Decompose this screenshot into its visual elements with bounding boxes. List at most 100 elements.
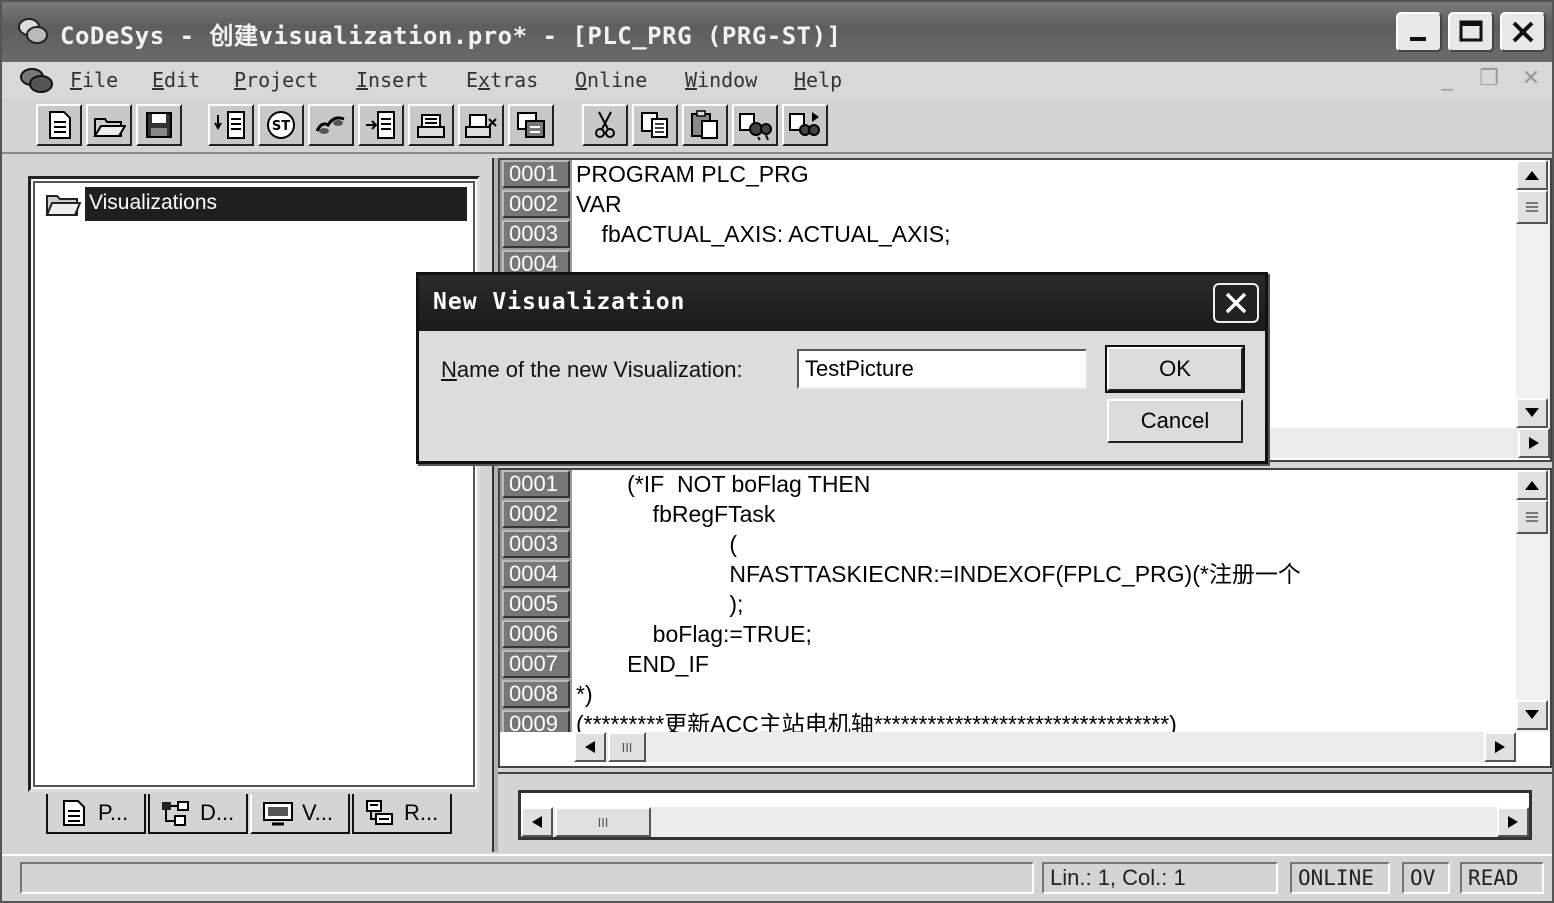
new-file-button[interactable] bbox=[36, 104, 82, 146]
horizontal-scrollbar[interactable]: III bbox=[574, 732, 1516, 762]
codesys-icon bbox=[18, 18, 48, 44]
close-icon bbox=[1512, 21, 1534, 43]
close-icon bbox=[1225, 292, 1247, 314]
pou-tab-icon bbox=[63, 800, 85, 826]
open-button[interactable] bbox=[86, 104, 132, 146]
code-line[interactable]: boFlag:=TRUE; bbox=[576, 620, 812, 648]
logout-icon bbox=[465, 114, 497, 138]
code-line[interactable]: (*********更新ACC主站电机轴********************… bbox=[576, 710, 1177, 732]
title-bar[interactable]: CoDeSys - 创建visualization.pro* - [PLC_PR… bbox=[2, 2, 1552, 62]
code-area[interactable]: (*IF NOT boFlag THEN fbRegFTask ( NFASTT… bbox=[500, 470, 1514, 732]
tab-pous[interactable]: P... bbox=[46, 794, 146, 834]
dialog-close-button[interactable] bbox=[1213, 283, 1259, 323]
code-line[interactable]: NFASTTASKIECNR:=INDEXOF(FPLC_PRG)(*注册一个 bbox=[576, 560, 1300, 588]
scroll-thumb[interactable] bbox=[1516, 190, 1548, 224]
codesys-window: CoDeSys - 创建visualization.pro* - [PLC_PR… bbox=[0, 0, 1554, 903]
arrow-right-icon bbox=[1508, 816, 1518, 828]
copy-icon bbox=[641, 112, 668, 138]
cancel-button[interactable]: Cancel bbox=[1107, 399, 1243, 443]
implementation-editor[interactable]: 0001 0002 0003 0004 0005 0006 0007 0008 … bbox=[498, 468, 1552, 768]
close-button[interactable] bbox=[1500, 12, 1546, 52]
grip-icon bbox=[1526, 202, 1538, 212]
tab-resources[interactable]: R... bbox=[352, 794, 452, 834]
code-line[interactable]: ( bbox=[576, 530, 737, 558]
tab-datatypes-label: D... bbox=[200, 800, 235, 825]
mdi-minimize-button[interactable]: _ bbox=[1432, 64, 1462, 92]
find-next-button[interactable] bbox=[782, 104, 828, 146]
scroll-left-button[interactable] bbox=[574, 732, 606, 762]
code-line[interactable]: *) bbox=[576, 680, 593, 708]
login-button[interactable] bbox=[408, 104, 454, 146]
scroll-thumb[interactable]: III bbox=[608, 732, 646, 762]
step-button[interactable] bbox=[308, 104, 354, 146]
scroll-up-button[interactable] bbox=[1516, 160, 1548, 190]
maximize-button[interactable] bbox=[1448, 12, 1494, 52]
code-line[interactable]: ); bbox=[576, 590, 743, 618]
minimize-button[interactable] bbox=[1396, 12, 1442, 52]
resources-tab-icon bbox=[366, 800, 393, 825]
line-number: 0001 bbox=[502, 160, 570, 188]
tab-visualizations[interactable]: V... bbox=[250, 794, 350, 834]
window-title: CoDeSys - 创建visualization.pro* - [PLC_PR… bbox=[60, 22, 842, 50]
code-line[interactable]: fbRegFTask bbox=[576, 500, 776, 528]
tree-item-visualizations[interactable]: Visualizations bbox=[41, 187, 467, 221]
step-icon bbox=[315, 116, 345, 134]
horizontal-scrollbar[interactable] bbox=[1266, 428, 1550, 458]
vertical-scrollbar[interactable] bbox=[1516, 160, 1550, 428]
status-overwrite: OV bbox=[1402, 862, 1450, 894]
menu-window[interactable]: Window bbox=[685, 68, 757, 92]
scroll-thumb[interactable] bbox=[1516, 500, 1548, 534]
ok-button[interactable]: OK bbox=[1105, 345, 1245, 393]
code-line[interactable]: PROGRAM PLC_PRG bbox=[576, 160, 809, 188]
cut-button[interactable] bbox=[582, 104, 628, 146]
arrow-right-icon bbox=[1529, 437, 1539, 449]
st-language-icon: ST bbox=[267, 111, 295, 139]
dialog-title: New Visualization bbox=[433, 289, 686, 315]
insert-declaration-button[interactable] bbox=[208, 104, 254, 146]
tab-datatypes[interactable]: D... bbox=[148, 794, 248, 834]
mdi-close-button[interactable]: ✕ bbox=[1516, 64, 1546, 92]
menu-insert[interactable]: Insert bbox=[356, 68, 428, 92]
paste-button[interactable] bbox=[682, 104, 728, 146]
code-line[interactable]: VAR bbox=[576, 190, 622, 218]
scroll-thumb[interactable]: III bbox=[555, 807, 651, 837]
status-message bbox=[20, 862, 1034, 894]
logout-button[interactable] bbox=[458, 104, 504, 146]
scroll-down-button[interactable] bbox=[1516, 700, 1548, 730]
toolbar: ST bbox=[2, 98, 1552, 154]
st-language-button[interactable]: ST bbox=[258, 104, 304, 146]
datatypes-tab-icon bbox=[162, 801, 189, 826]
menu-help[interactable]: Help bbox=[794, 68, 842, 92]
menu-file[interactable]: File bbox=[70, 68, 118, 92]
object-tree[interactable]: Visualizations bbox=[28, 176, 480, 792]
menu-edit[interactable]: Edit bbox=[152, 68, 200, 92]
code-line[interactable]: END_IF bbox=[576, 650, 709, 678]
svg-text:ST: ST bbox=[272, 119, 290, 134]
arrow-down-icon bbox=[1525, 408, 1539, 417]
scroll-right-button[interactable] bbox=[1484, 732, 1516, 762]
copy-button[interactable] bbox=[632, 104, 678, 146]
mdi-restore-button[interactable]: ❐ bbox=[1474, 64, 1504, 92]
scroll-right-button[interactable] bbox=[1518, 428, 1550, 458]
horizontal-scrollbar[interactable]: III bbox=[521, 807, 1529, 837]
build-button[interactable] bbox=[508, 104, 554, 146]
arrow-left-icon bbox=[585, 741, 595, 753]
save-button[interactable] bbox=[136, 104, 182, 146]
document-menu-icon[interactable] bbox=[18, 66, 56, 94]
menu-extras[interactable]: Extras bbox=[466, 68, 538, 92]
menu-online[interactable]: Online bbox=[575, 68, 647, 92]
scroll-down-button[interactable] bbox=[1516, 398, 1548, 428]
vertical-scrollbar[interactable] bbox=[1516, 470, 1550, 732]
message-box[interactable]: III bbox=[518, 790, 1532, 840]
scroll-up-button[interactable] bbox=[1516, 470, 1548, 500]
menu-project[interactable]: Project bbox=[234, 68, 318, 92]
dialog-title-bar[interactable]: New Visualization bbox=[419, 275, 1265, 331]
find-button[interactable] bbox=[732, 104, 778, 146]
code-line[interactable]: (*IF NOT boFlag THEN bbox=[576, 470, 870, 498]
insert-pou-button[interactable] bbox=[358, 104, 404, 146]
status-position: Lin.: 1, Col.: 1 bbox=[1042, 862, 1278, 894]
code-line[interactable]: fbACTUAL_AXIS: ACTUAL_AXIS; bbox=[576, 220, 951, 248]
scroll-right-button[interactable] bbox=[1497, 807, 1529, 837]
scroll-left-button[interactable] bbox=[521, 807, 553, 837]
visualization-name-input[interactable] bbox=[797, 349, 1087, 389]
